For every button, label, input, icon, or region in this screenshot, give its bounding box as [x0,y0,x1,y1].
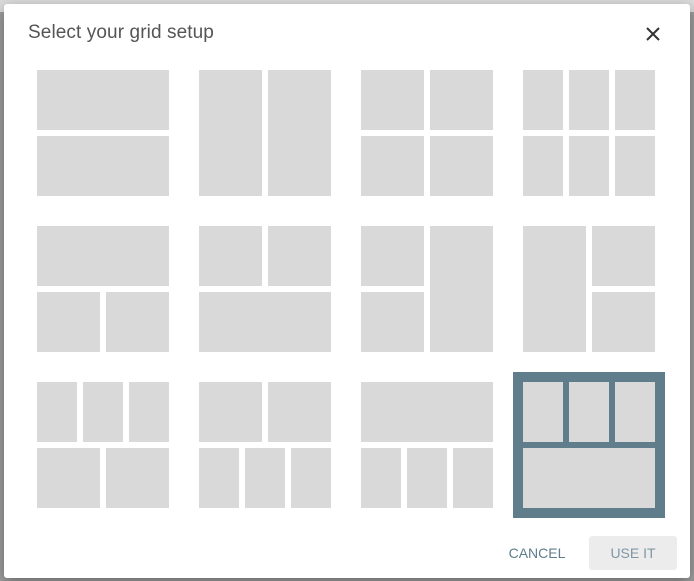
layout-cell [569,382,609,442]
layout-cell [106,292,169,352]
layout-option-one-top-two-bottom[interactable] [37,226,169,352]
layout-cell [523,70,563,130]
layout-option-three-by-two[interactable] [523,70,655,196]
layout-cell [268,70,331,196]
layout-cell [361,70,424,130]
layout-cell [453,448,493,508]
cancel-button[interactable]: CANCEL [500,536,574,570]
layout-cell [361,136,424,196]
layout-cell [361,382,493,442]
layout-cell [37,226,169,286]
layout-cell [245,448,285,508]
layout-option-two-top-three-bottom[interactable] [199,382,331,508]
layout-cell [615,136,655,196]
layout-cell [37,136,169,196]
layout-cell [83,382,123,442]
dialog-title: Select your grid setup [28,22,214,43]
layout-option-two-top-one-bottom[interactable] [199,226,331,352]
layout-option-one-left-two-right[interactable] [523,226,655,352]
layout-cell [523,448,655,508]
layout-cell [199,448,239,508]
layout-option-three-top-one-bottom[interactable] [513,372,665,518]
layout-cell [361,226,424,286]
layout-option-two-columns[interactable] [199,70,331,196]
use-it-button[interactable]: USE IT [589,536,677,570]
layout-cell [268,226,331,286]
layout-option-one-top-three-bottom[interactable] [361,382,493,508]
layout-cell [199,70,262,196]
layout-cell [523,226,586,352]
layout-cell [291,448,331,508]
layout-option-two-rows[interactable] [37,70,169,196]
layout-cell [523,382,563,442]
layout-cell [199,382,262,442]
layout-cell [569,136,609,196]
layout-cell [129,382,169,442]
layout-cell [592,292,655,352]
layout-cell [37,292,100,352]
layout-cell [592,226,655,286]
layout-option-three-top-two-bottom[interactable] [37,382,169,508]
layout-cell [361,448,401,508]
layout-cell [569,70,609,130]
layout-cell [37,70,169,130]
layout-cell [430,226,493,352]
layout-cell [199,292,331,352]
layout-cell [37,448,100,508]
close-icon[interactable] [641,22,665,46]
layout-cell [37,382,77,442]
layout-cell [615,70,655,130]
layout-cell [106,448,169,508]
layout-cell [407,448,447,508]
layout-cell [430,136,493,196]
layout-option-two-by-two[interactable] [361,70,493,196]
layout-option-two-left-one-right[interactable] [361,226,493,352]
layout-cell [268,382,331,442]
grid-setup-dialog: Select your grid setup CANCEL USE IT [4,4,690,578]
layout-cell [361,292,424,352]
layout-cell [615,382,655,442]
layout-cell [430,70,493,130]
layout-cell [199,226,262,286]
layout-cell [523,136,563,196]
